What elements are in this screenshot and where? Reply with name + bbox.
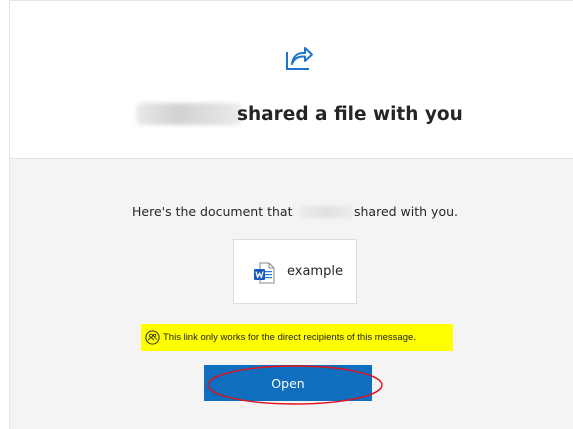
- recipient-notice: This link only works for the direct reci…: [141, 324, 453, 351]
- page: shared a file with you Here's the docume…: [0, 0, 573, 429]
- open-button[interactable]: Open: [204, 365, 372, 401]
- redacted-sender-name: [136, 103, 242, 125]
- title-row: shared a file with you: [10, 100, 573, 132]
- page-title: shared a file with you: [237, 104, 463, 125]
- share-card: shared a file with you Here's the docume…: [9, 0, 573, 429]
- recipient-notice-text: This link only works for the direct reci…: [163, 332, 416, 343]
- share-message-part2: shared with you.: [354, 204, 458, 219]
- header: shared a file with you: [10, 1, 573, 159]
- word-document-icon: [254, 262, 275, 284]
- content-area: Here's the document that shared with you…: [10, 159, 573, 429]
- share-message: Here's the document that shared with you…: [10, 202, 573, 222]
- redacted-sender-name-inline: [299, 206, 353, 218]
- share-message-part1: Here's the document that: [132, 204, 293, 219]
- share-icon: [286, 47, 313, 70]
- file-tile[interactable]: example: [233, 239, 357, 304]
- people-icon: [145, 330, 160, 345]
- file-name[interactable]: example: [287, 262, 343, 282]
